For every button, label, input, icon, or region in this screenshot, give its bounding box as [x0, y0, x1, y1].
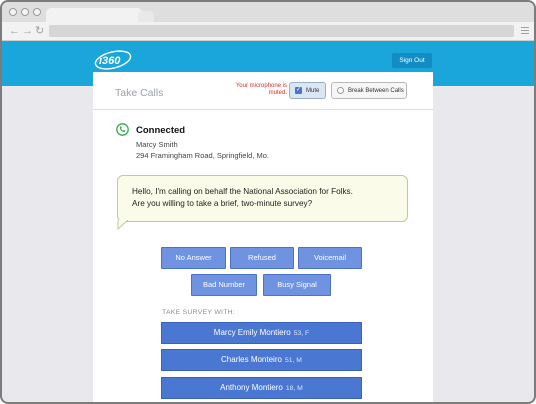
call-script-bubble: Hello, I'm calling on behalf the Nationa…	[117, 175, 408, 222]
voicemail-button[interactable]: Voicemail	[298, 247, 362, 269]
reload-icon[interactable]: ↻	[35, 24, 44, 38]
hamburger-menu-icon[interactable]	[521, 27, 529, 34]
phone-connected-icon	[116, 123, 129, 136]
logo-text: i360	[99, 55, 121, 67]
script-line-2: Are you willing to take a brief, two-min…	[132, 199, 313, 208]
survey-person-button[interactable]: Charles Monteiro 51, M	[161, 349, 362, 371]
caller-name: Marcy Smith	[136, 140, 178, 149]
mute-toggle[interactable]: ✓ Mute	[289, 82, 326, 99]
survey-person-name: Anthony Montiero	[220, 383, 283, 392]
address-bar[interactable]	[49, 25, 514, 37]
caller-address: 294 Framingham Road, Springfield, Mo.	[136, 151, 269, 160]
maximize-window-button[interactable]	[33, 8, 41, 16]
survey-person-meta: 18, M	[285, 385, 303, 392]
bad-number-button[interactable]: Bad Number	[191, 274, 257, 296]
survey-person-button[interactable]: Marcy Emily Montiero 53, F	[161, 322, 362, 344]
survey-person-name: Marcy Emily Montiero	[213, 328, 291, 337]
break-label: Break Between Calls	[348, 87, 404, 94]
take-calls-card: Take Calls Your microphone is muted. ✓ M…	[93, 72, 433, 402]
browser-tab[interactable]	[46, 8, 142, 22]
mute-label: Mute	[306, 87, 320, 94]
refused-button[interactable]: Refused	[230, 247, 294, 269]
mute-checkbox-icon[interactable]: ✓	[295, 87, 302, 94]
browser-window: ← → ↻ i360 Sign Out Take Calls Your micr…	[0, 0, 536, 404]
back-arrow-icon[interactable]: ←	[9, 24, 20, 38]
card-header: Take Calls Your microphone is muted. ✓ M…	[93, 72, 433, 110]
survey-person-name: Charles Monteiro	[221, 355, 282, 364]
sign-out-button[interactable]: Sign Out	[392, 53, 432, 68]
new-tab-button[interactable]	[138, 11, 154, 22]
page-title: Take Calls	[115, 87, 164, 99]
no-answer-button[interactable]: No Answer	[161, 247, 226, 269]
speech-bubble-tail	[117, 220, 129, 230]
break-between-calls-toggle[interactable]: Break Between Calls	[331, 82, 407, 99]
mic-muted-warning: Your microphone is muted.	[235, 83, 287, 96]
break-radio-icon[interactable]	[337, 87, 344, 94]
survey-section-label: TAKE SURVEY WITH:	[162, 309, 236, 316]
i360-logo: i360	[94, 50, 132, 70]
busy-signal-button[interactable]: Busy Signal	[263, 274, 331, 296]
forward-arrow-icon[interactable]: →	[22, 24, 33, 38]
survey-person-meta: 53, F	[293, 330, 310, 337]
minimize-window-button[interactable]	[21, 8, 29, 16]
browser-titlebar	[2, 2, 534, 22]
survey-person-button[interactable]: Anthony Montiero 18, M	[161, 377, 362, 399]
call-status: Connected	[136, 125, 186, 136]
script-line-1: Hello, I'm calling on behalf the Nationa…	[132, 187, 353, 196]
survey-person-meta: 51, M	[284, 357, 302, 364]
browser-toolbar: ← → ↻	[2, 22, 534, 41]
window-controls	[9, 8, 41, 16]
close-window-button[interactable]	[9, 8, 17, 16]
